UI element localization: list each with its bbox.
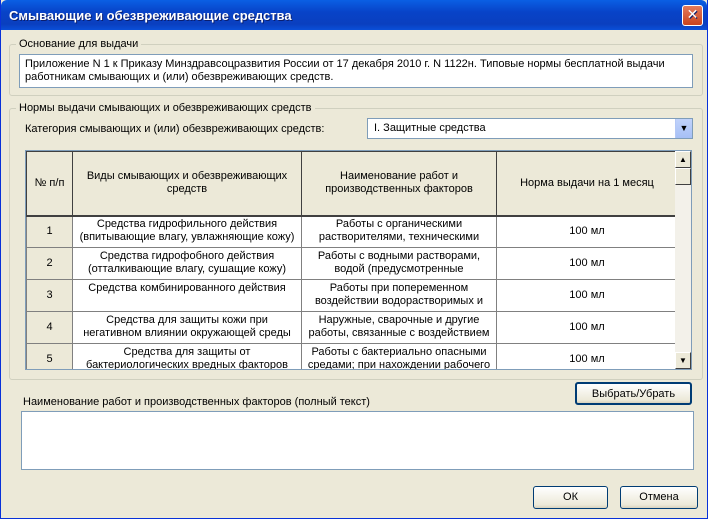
basis-text: Приложение N 1 к Приказу Минздравсоцразв… bbox=[19, 54, 693, 88]
title-bar: Смывающие и обезвреживающие средства ✕ bbox=[1, 0, 707, 30]
cell-works-text: Работы с водными растворами, водой (пред… bbox=[317, 250, 481, 275]
column-header-norm[interactable]: Норма выдачи на 1 месяц bbox=[496, 151, 678, 217]
full-text-label: Наименование работ и производственных фа… bbox=[23, 396, 370, 408]
category-select-value: I. Защитные средства bbox=[374, 122, 486, 134]
table-row[interactable]: 4 Средства для защиты кожи при негативно… bbox=[26, 311, 678, 344]
cell-works-text: Работы при попеременном воздействии водо… bbox=[314, 282, 484, 307]
norms-table: № п/п Виды смывающих и обезвреживающих с… bbox=[26, 151, 678, 370]
row-number: 3 bbox=[26, 279, 73, 312]
column-header-num[interactable]: № п/п bbox=[26, 151, 73, 217]
column-header-works[interactable]: Наименование работ и производственных фа… bbox=[301, 151, 497, 217]
table-header-row: № п/п Виды смывающих и обезвреживающих с… bbox=[26, 151, 678, 217]
ok-button[interactable]: ОК bbox=[533, 486, 608, 509]
row-number: 2 bbox=[26, 247, 73, 280]
cell-kind-text: Средства для защиты от бактериологически… bbox=[86, 346, 288, 370]
cell-kind: Средства гидрофильного действия (впитыва… bbox=[72, 215, 302, 248]
column-header-kind[interactable]: Виды смывающих и обезвреживающих средств bbox=[72, 151, 302, 217]
scroll-down-icon[interactable]: ▼ bbox=[675, 352, 691, 369]
scroll-up-icon[interactable]: ▲ bbox=[675, 151, 691, 168]
cell-kind-text: Средства комбинированного действия bbox=[88, 282, 286, 294]
cell-works-text: Работы с органическими растворителями, т… bbox=[318, 218, 480, 244]
basis-legend: Основание для выдачи bbox=[19, 38, 139, 50]
cell-works-text: Наружные, сварочные и другие работы, свя… bbox=[308, 314, 490, 339]
category-label: Категория смывающих и (или) обезвреживаю… bbox=[25, 123, 325, 135]
cancel-button[interactable]: Отмена bbox=[620, 486, 698, 509]
chevron-down-icon[interactable]: ▼ bbox=[675, 119, 692, 138]
cell-norm: 100 мл bbox=[496, 343, 678, 369]
cell-kind: Средства для защиты кожи при негативном … bbox=[72, 311, 302, 344]
cell-works: Наружные, сварочные и другие работы, свя… bbox=[301, 311, 497, 344]
cell-norm: 100 мл bbox=[496, 247, 678, 280]
cell-kind-text: Средства гидрофобного действия (отталкив… bbox=[88, 250, 286, 275]
row-number: 4 bbox=[26, 311, 73, 344]
cell-norm: 100 мл bbox=[496, 215, 678, 248]
norms-legend: Нормы выдачи смывающих и обезвреживающих… bbox=[19, 102, 312, 114]
scrollbar-thumb[interactable] bbox=[675, 168, 691, 185]
cell-kind: Средства комбинированного действия bbox=[72, 279, 302, 312]
full-text-field[interactable] bbox=[21, 411, 694, 470]
row-number: 5 bbox=[26, 343, 73, 369]
dialog-window: Смывающие и обезвреживающие средства ✕ О… bbox=[0, 0, 708, 519]
cell-kind-text: Средства гидрофильного действия (впитыва… bbox=[79, 218, 295, 244]
select-remove-button[interactable]: Выбрать/Убрать bbox=[575, 382, 692, 405]
row-number: 1 bbox=[26, 215, 73, 248]
close-button[interactable]: ✕ bbox=[682, 5, 703, 26]
table-vertical-scrollbar[interactable]: ▲ ▼ bbox=[675, 151, 691, 369]
cell-norm: 100 мл bbox=[496, 311, 678, 344]
cell-norm: 100 мл bbox=[496, 279, 678, 312]
cell-kind: Средства гидрофобного действия (отталкив… bbox=[72, 247, 302, 280]
cell-works: Работы при попеременном воздействии водо… bbox=[301, 279, 497, 312]
table-row[interactable]: 5 Средства для защиты от бактериологичес… bbox=[26, 343, 678, 370]
window-title: Смывающие и обезвреживающие средства bbox=[9, 8, 292, 23]
cell-works: Работы с водными растворами, водой (пред… bbox=[301, 247, 497, 280]
cell-kind-text: Средства для защиты кожи при негативном … bbox=[83, 314, 291, 339]
cell-works: Работы с бактериально опасными средами; … bbox=[301, 343, 497, 370]
table-row[interactable]: 2 Средства гидрофобного действия (отталк… bbox=[26, 247, 678, 280]
category-select[interactable]: I. Защитные средства ▼ bbox=[367, 118, 693, 139]
cell-works: Работы с органическими растворителями, т… bbox=[301, 215, 497, 248]
norms-table-container: № п/п Виды смывающих и обезвреживающих с… bbox=[25, 150, 692, 370]
cell-kind: Средства для защиты от бактериологически… bbox=[72, 343, 302, 370]
table-row[interactable]: 1 Средства гидрофильного действия (впиты… bbox=[26, 215, 678, 248]
table-row[interactable]: 3 Средства комбинированного действия Раб… bbox=[26, 279, 678, 312]
cell-works-text: Работы с бактериально опасными средами; … bbox=[307, 346, 491, 370]
